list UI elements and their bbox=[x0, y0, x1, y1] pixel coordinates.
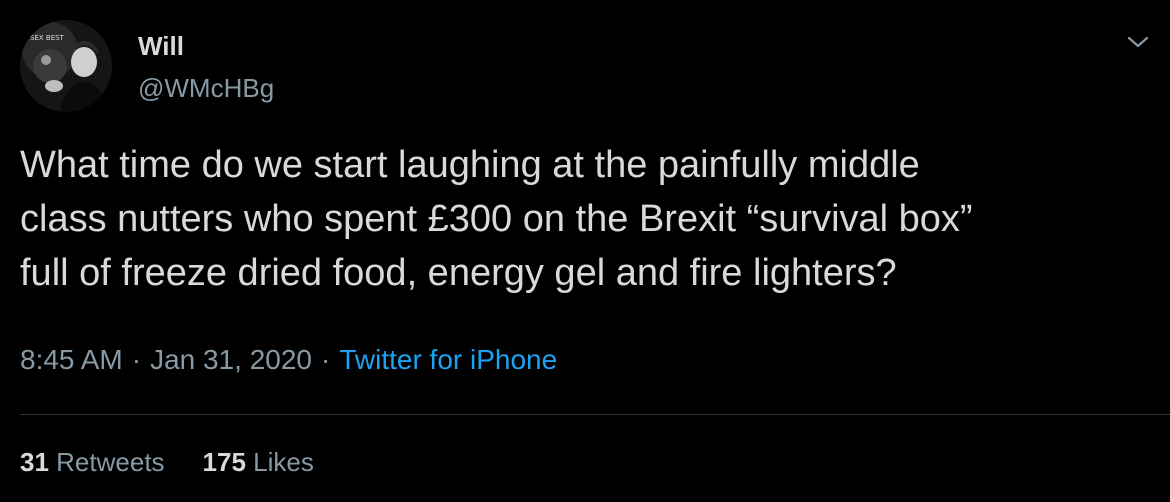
retweets-stat[interactable]: 31 Retweets bbox=[20, 447, 165, 477]
author-handle[interactable]: @WMcHBg bbox=[138, 72, 274, 104]
tweet-stats: 31 Retweets 175 Likes bbox=[20, 445, 352, 479]
retweets-count: 31 bbox=[20, 447, 49, 477]
tweet-text-line: What time do we start laughing at the pa… bbox=[20, 144, 920, 186]
tweet-source-link[interactable]: Twitter for iPhone bbox=[339, 344, 557, 375]
tweet-text-line: class nutters who spent £300 on the Brex… bbox=[20, 198, 973, 240]
likes-label: Likes bbox=[253, 447, 314, 477]
retweets-label: Retweets bbox=[56, 447, 165, 477]
likes-count: 175 bbox=[202, 447, 246, 477]
meta-separator: · bbox=[131, 344, 142, 375]
chevron-down-icon[interactable] bbox=[1124, 30, 1152, 54]
avatar[interactable]: SEX BEST bbox=[20, 20, 112, 112]
meta-separator: · bbox=[320, 344, 331, 375]
tweet-time[interactable]: 8:45 AM bbox=[20, 344, 123, 375]
likes-stat[interactable]: 175 Likes bbox=[203, 447, 314, 477]
author-name[interactable]: Will bbox=[138, 30, 184, 62]
tweet-date[interactable]: Jan 31, 2020 bbox=[150, 344, 312, 375]
tweet-text-line: full of freeze dried food, energy gel an… bbox=[20, 252, 897, 294]
tweet: SEX BEST Will @WMcHBg What time do we st… bbox=[0, 0, 1170, 502]
profile-photo-icon: SEX BEST bbox=[20, 20, 112, 112]
divider bbox=[20, 414, 1170, 415]
tweet-text: What time do we start laughing at the pa… bbox=[20, 138, 1140, 300]
svg-text:SEX BEST: SEX BEST bbox=[30, 34, 65, 42]
tweet-metadata: 8:45 AM · Jan 31, 2020 · Twitter for iPhone bbox=[20, 342, 557, 378]
